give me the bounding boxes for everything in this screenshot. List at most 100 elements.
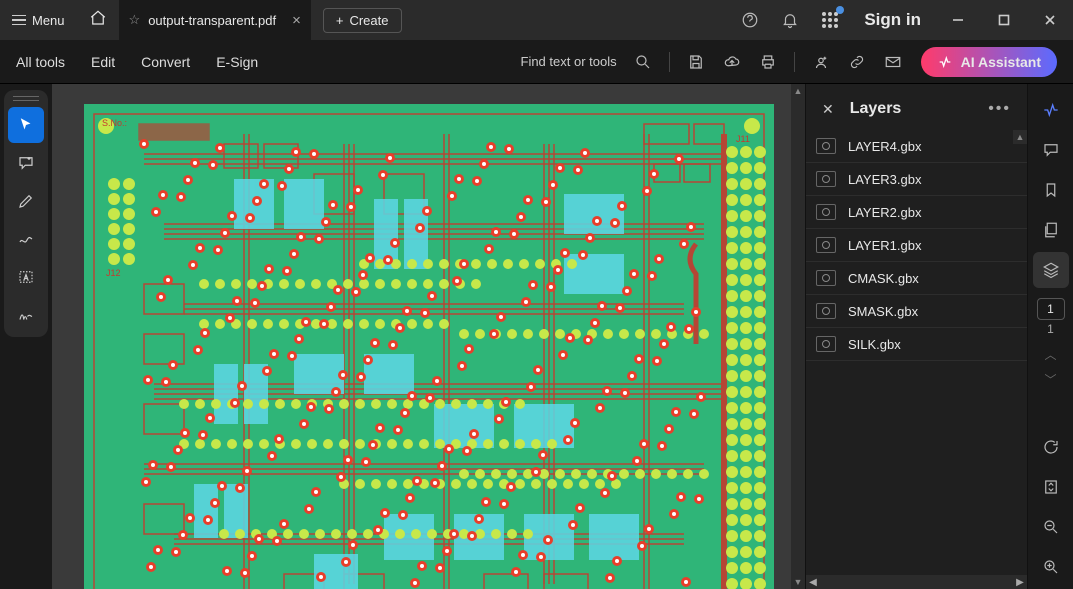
text-tool[interactable]	[8, 259, 44, 295]
apps-button[interactable]	[810, 0, 850, 40]
maximize-button[interactable]	[981, 0, 1027, 40]
comment-icon	[17, 154, 35, 172]
zoom-out-button[interactable]	[1033, 509, 1069, 545]
cursor-icon	[17, 116, 35, 134]
home-button[interactable]	[77, 9, 119, 32]
layers-panel: ✕ Layers ••• ▲ LAYER4.gbx LAYER3.gbx LAY…	[805, 84, 1027, 589]
rotate-button[interactable]	[1033, 429, 1069, 465]
menu-label: Menu	[32, 13, 65, 28]
pcb-document: S.No.: Revision.:A J11 J12 12	[84, 104, 774, 589]
scroll-left-arrow[interactable]: ◀	[806, 575, 820, 589]
main-area: S.No.: Revision.:A J11 J12 12 ▲ ▼ ✕ Laye…	[0, 84, 1073, 589]
scroll-up-arrow[interactable]: ▲	[791, 84, 805, 98]
ai-icon	[937, 54, 953, 70]
esign-link[interactable]: E-Sign	[216, 54, 258, 70]
tool-handle[interactable]	[13, 96, 39, 101]
layers-menu-button[interactable]: •••	[988, 100, 1011, 118]
all-tools-link[interactable]: All tools	[16, 54, 65, 70]
cloud-button[interactable]	[716, 46, 748, 78]
vertical-scrollbar[interactable]: ▲ ▼	[791, 84, 805, 589]
layer-row[interactable]: SILK.gbx	[806, 328, 1027, 361]
layer-name: LAYER2.gbx	[848, 205, 921, 220]
menu-button[interactable]: Menu	[0, 0, 77, 40]
sparkle-icon	[1041, 100, 1061, 120]
layer-row[interactable]: CMASK.gbx	[806, 262, 1027, 295]
ai-assistant-button[interactable]: AI Assistant	[921, 47, 1057, 77]
layer-thumb-icon	[816, 270, 836, 286]
notification-dot-icon	[836, 6, 844, 14]
layers-close-button[interactable]: ✕	[822, 101, 834, 118]
pages-panel-button[interactable]	[1033, 212, 1069, 248]
comments-panel-button[interactable]	[1033, 132, 1069, 168]
layer-row[interactable]: LAYER3.gbx	[806, 163, 1027, 196]
email-icon	[884, 53, 902, 71]
help-button[interactable]	[730, 0, 770, 40]
link-button[interactable]	[841, 46, 873, 78]
layer-thumb-icon	[816, 138, 836, 154]
comment-tool[interactable]	[8, 145, 44, 181]
highlight-tool[interactable]	[8, 183, 44, 219]
minimize-button[interactable]	[935, 0, 981, 40]
svg-text:J12: J12	[106, 268, 121, 278]
fit-button[interactable]	[1033, 469, 1069, 505]
page-total: 1	[1047, 322, 1054, 336]
layers-panel-button[interactable]	[1033, 252, 1069, 288]
scroll-down-arrow[interactable]: ▼	[791, 575, 805, 589]
share-button[interactable]	[805, 46, 837, 78]
close-icon	[1044, 14, 1056, 26]
document-viewport[interactable]: S.No.: Revision.:A J11 J12 12 ▲ ▼	[52, 84, 805, 589]
apps-icon	[822, 12, 838, 28]
page-up-button[interactable]: ︿	[1040, 342, 1060, 367]
layer-row[interactable]: LAYER4.gbx	[806, 130, 1027, 163]
layer-row[interactable]: LAYER2.gbx	[806, 196, 1027, 229]
print-button[interactable]	[752, 46, 784, 78]
help-icon	[741, 11, 759, 29]
maximize-icon	[998, 14, 1010, 26]
zoom-in-icon	[1042, 558, 1060, 576]
ai-panel-button[interactable]	[1033, 92, 1069, 128]
star-icon[interactable]: ☆	[129, 12, 141, 28]
edit-link[interactable]: Edit	[91, 54, 115, 70]
layers-scroll-up[interactable]: ▲	[1013, 130, 1027, 144]
close-button[interactable]	[1027, 0, 1073, 40]
separator	[669, 52, 670, 72]
layer-name: SMASK.gbx	[848, 304, 918, 319]
layers-horizontal-scrollbar[interactable]: ◀ ▶	[806, 575, 1027, 589]
bookmarks-panel-button[interactable]	[1033, 172, 1069, 208]
titlebar: Menu ☆ output-transparent.pdf × + Create…	[0, 0, 1073, 40]
document-tab[interactable]: ☆ output-transparent.pdf ×	[119, 0, 311, 40]
pages-icon	[1042, 221, 1060, 239]
bell-icon	[781, 11, 799, 29]
zoom-out-icon	[1042, 518, 1060, 536]
convert-link[interactable]: Convert	[141, 54, 190, 70]
create-button[interactable]: + Create	[323, 8, 402, 33]
bookmark-icon	[1042, 181, 1060, 199]
select-tool[interactable]	[8, 107, 44, 143]
save-button[interactable]	[680, 46, 712, 78]
sign-tool[interactable]	[8, 297, 44, 333]
signin-button[interactable]: Sign in	[850, 10, 935, 30]
separator	[794, 52, 795, 72]
layer-name: LAYER4.gbx	[848, 139, 921, 154]
zoom-in-button[interactable]	[1033, 549, 1069, 585]
layer-thumb-icon	[816, 171, 836, 187]
draw-tool[interactable]	[8, 221, 44, 257]
layer-row[interactable]: SMASK.gbx	[806, 295, 1027, 328]
layer-thumb-icon	[816, 303, 836, 319]
search-button[interactable]	[627, 46, 659, 78]
page-down-button[interactable]: ﹀	[1040, 367, 1060, 392]
notifications-button[interactable]	[770, 0, 810, 40]
page-current-input[interactable]: 1	[1037, 298, 1065, 320]
share-icon	[812, 53, 830, 71]
toolbar: All tools Edit Convert E-Sign Find text …	[0, 40, 1073, 84]
save-icon	[687, 53, 705, 71]
text-icon	[17, 268, 35, 286]
layer-thumb-icon	[816, 204, 836, 220]
tab-close-button[interactable]: ×	[292, 12, 301, 29]
pcb-graphic: S.No.: Revision.:A J11 J12 12	[84, 104, 774, 589]
layer-row[interactable]: LAYER1.gbx	[806, 229, 1027, 262]
email-button[interactable]	[877, 46, 909, 78]
layer-name: LAYER3.gbx	[848, 172, 921, 187]
scroll-right-arrow[interactable]: ▶	[1013, 575, 1027, 589]
svg-text:J11: J11	[736, 134, 750, 144]
